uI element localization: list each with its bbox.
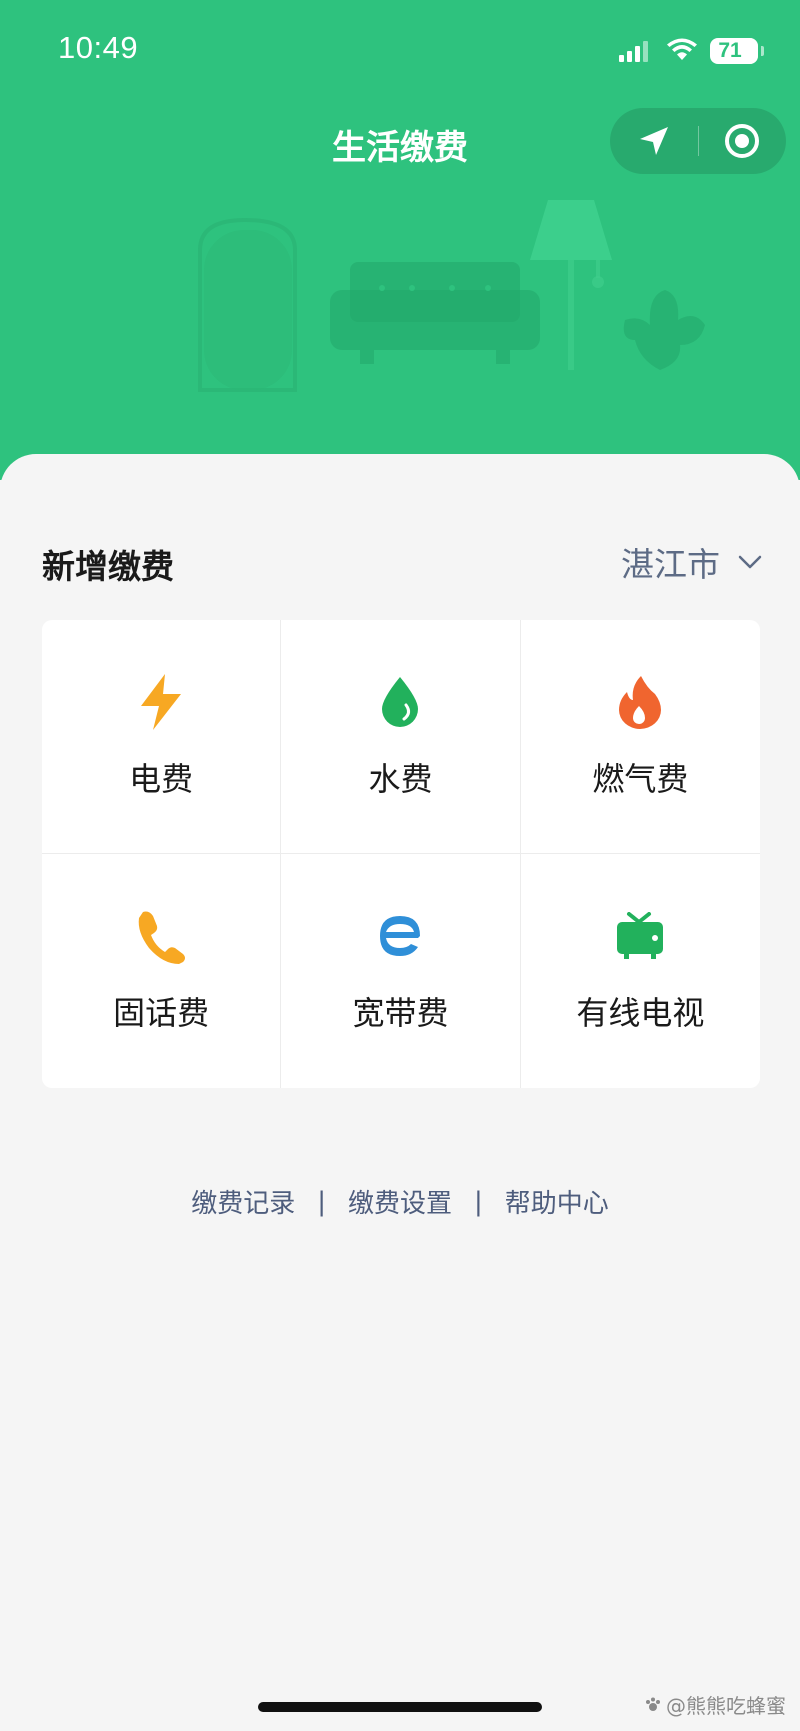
living-room-illustration — [198, 200, 705, 392]
location-button[interactable] — [610, 108, 698, 174]
city-selector[interactable]: 湛江市 — [621, 538, 762, 586]
service-label: 燃气费 — [592, 760, 689, 798]
close-capsule-button[interactable] — [698, 108, 786, 174]
service-grid: 电费 水费 燃气费 固话费 宽带费 有线电视 — [42, 620, 760, 1088]
help-center-link[interactable]: 帮助中心 — [505, 1183, 609, 1220]
navigation-arrow-icon — [640, 127, 668, 155]
battery-indicator: 71 — [710, 38, 764, 64]
service-gas[interactable]: 燃气费 — [520, 620, 760, 854]
footer-links: 缴费记录 | 缴费设置 | 帮助中心 — [0, 1183, 800, 1220]
service-cable-tv[interactable]: 有线电视 — [521, 854, 760, 1088]
section-title: 新增缴费 — [42, 547, 174, 586]
watermark: @熊熊吃蜂蜜 — [644, 1690, 786, 1719]
lightning-icon — [131, 672, 191, 732]
payment-settings-link[interactable]: 缴费设置 — [348, 1183, 452, 1220]
payment-records-link[interactable]: 缴费记录 — [191, 1183, 295, 1220]
mini-program-capsule — [610, 108, 786, 174]
water-drop-icon — [370, 672, 430, 732]
tv-icon — [610, 906, 670, 966]
service-electricity[interactable]: 电费 — [42, 620, 282, 854]
service-label: 有线电视 — [576, 994, 705, 1032]
status-bar: 10:49 71 — [0, 0, 800, 100]
status-time: 10:49 — [58, 30, 139, 65]
flame-icon — [610, 672, 670, 732]
home-indicator[interactable] — [258, 1702, 542, 1712]
signal-icon — [619, 41, 648, 62]
service-label: 固话费 — [113, 994, 210, 1032]
paw-icon — [646, 1697, 660, 1711]
link-separator: | — [317, 1186, 326, 1217]
link-separator: | — [474, 1186, 483, 1217]
service-label: 水费 — [368, 760, 433, 798]
service-landline[interactable]: 固话费 — [42, 854, 282, 1088]
header-banner: 10:49 71 生活缴费 — [0, 0, 800, 480]
broadband-icon — [370, 906, 430, 966]
city-name: 湛江市 — [621, 545, 720, 584]
watermark-text: @熊熊吃蜂蜜 — [666, 1694, 786, 1718]
target-circle-icon — [725, 124, 759, 158]
service-label: 宽带费 — [352, 994, 449, 1032]
service-label: 电费 — [129, 760, 194, 798]
service-water[interactable]: 水费 — [281, 620, 521, 854]
phone-icon — [131, 906, 191, 966]
battery-level: 71 — [718, 39, 742, 62]
wifi-icon — [667, 38, 697, 60]
service-broadband[interactable]: 宽带费 — [281, 854, 521, 1088]
chevron-down-icon — [738, 555, 762, 569]
